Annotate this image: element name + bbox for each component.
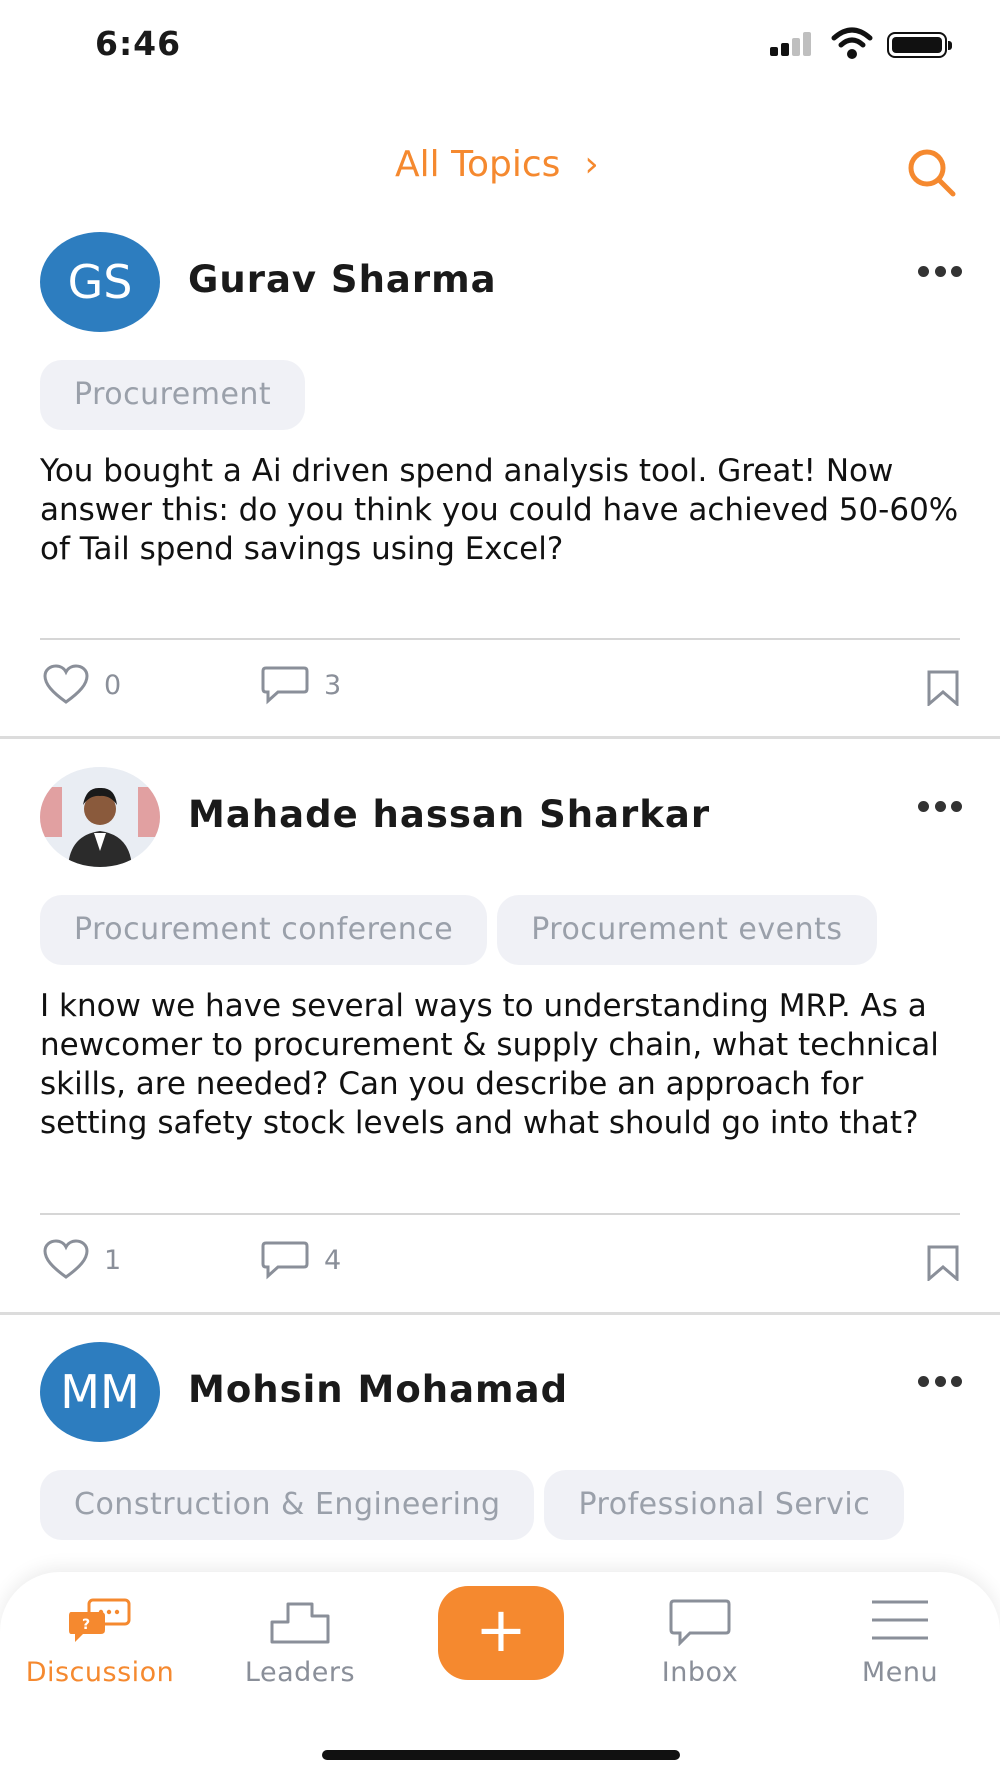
status-time: 6:46	[95, 24, 182, 63]
svg-text:?: ?	[82, 1617, 90, 1633]
comment-icon	[261, 1241, 309, 1280]
like-count: 1	[104, 1244, 122, 1276]
comment-button[interactable]: 3	[260, 664, 341, 706]
all-topics-button[interactable]: All Topics ›	[395, 144, 599, 185]
divider	[40, 1213, 960, 1215]
battery-icon	[887, 32, 952, 58]
post-separator	[0, 736, 1000, 739]
comment-count: 3	[324, 669, 342, 701]
home-indicator	[322, 1750, 680, 1760]
wifi-icon	[831, 27, 873, 59]
post-card: Mahade hassan Sharkar Procurement confer…	[0, 765, 1000, 1305]
tag-chip[interactable]: Procurement conference	[40, 895, 488, 965]
bookmark-icon[interactable]	[926, 1245, 960, 1281]
post-body[interactable]: You bought a Ai driven spend analysis to…	[40, 452, 970, 569]
nav-label: Inbox	[661, 1657, 739, 1688]
more-options-icon[interactable]	[918, 801, 962, 815]
tag-list: Procurement	[40, 360, 960, 432]
post-card: GS Gurav Sharma Procurement You bought a…	[0, 230, 1000, 740]
post-actions: 0 3	[40, 664, 960, 712]
more-options-icon[interactable]	[918, 266, 962, 280]
comment-icon	[261, 666, 309, 705]
chevron-right-icon: ›	[584, 144, 599, 185]
tag-list: Procurement conference Procurement events	[40, 895, 960, 967]
like-button[interactable]: 1	[42, 1239, 121, 1281]
tag-chip[interactable]: Professional Servic	[544, 1470, 905, 1540]
status-bar: 6:46	[0, 0, 1000, 90]
like-button[interactable]: 0	[42, 664, 121, 706]
menu-icon	[872, 1600, 928, 1640]
author-name[interactable]: Mahade hassan Sharkar	[188, 793, 710, 836]
leaders-icon	[270, 1602, 330, 1644]
author-name[interactable]: Gurav Sharma	[188, 258, 497, 301]
inbox-icon	[669, 1599, 731, 1646]
like-count: 0	[104, 669, 122, 701]
avatar[interactable]: MM	[40, 1342, 160, 1442]
nav-leaders[interactable]: Leaders	[200, 1572, 400, 1712]
add-post-button[interactable]: +	[438, 1586, 564, 1680]
tag-chip[interactable]: Construction & Engineering	[40, 1470, 535, 1540]
nav-label: Discussion	[25, 1657, 175, 1688]
nav-label: Menu	[861, 1657, 939, 1688]
tag-list: Construction & Engineering Professional S…	[40, 1470, 960, 1542]
nav-discussion[interactable]: ? Discussion	[0, 1572, 200, 1712]
post-body[interactable]: I know we have several ways to understan…	[40, 987, 970, 1143]
header: All Topics ›	[0, 140, 1000, 200]
post-separator	[0, 1312, 1000, 1315]
profile-photo	[40, 767, 160, 867]
tag-chip[interactable]: Procurement	[40, 360, 306, 430]
cellular-signal-icon	[770, 32, 814, 56]
heart-icon	[43, 1239, 89, 1279]
author-name[interactable]: Mohsin Mohamad	[188, 1368, 568, 1411]
post-card: MM Mohsin Mohamad Construction & Enginee…	[0, 1340, 1000, 1570]
nav-label: Leaders	[244, 1657, 356, 1688]
all-topics-label: All Topics	[395, 144, 561, 185]
comment-button[interactable]: 4	[260, 1239, 341, 1281]
nav-inbox[interactable]: Inbox	[600, 1572, 800, 1712]
discussion-icon: ?	[69, 1598, 131, 1642]
nav-menu[interactable]: Menu	[800, 1572, 1000, 1712]
comment-count: 4	[324, 1244, 342, 1276]
bottom-nav: ? Discussion Leaders + Inbox Menu	[0, 1572, 1000, 1778]
search-icon[interactable]	[905, 146, 959, 200]
more-options-icon[interactable]	[918, 1376, 962, 1390]
avatar[interactable]	[40, 767, 160, 867]
heart-icon	[43, 664, 89, 704]
bookmark-icon[interactable]	[926, 670, 960, 706]
avatar[interactable]: GS	[40, 232, 160, 332]
divider	[40, 638, 960, 640]
post-actions: 1 4	[40, 1239, 960, 1287]
tag-chip[interactable]: Procurement events	[497, 895, 877, 965]
